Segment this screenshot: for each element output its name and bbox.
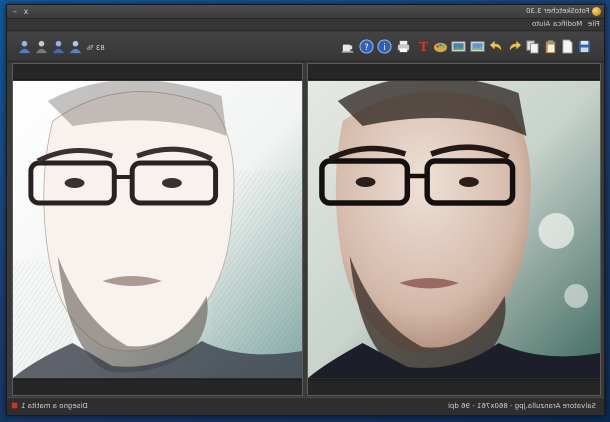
printer-icon[interactable] (396, 39, 411, 54)
pane-header (308, 64, 600, 80)
minimize-button[interactable]: – (10, 6, 20, 17)
app-window: – x FotoSketcher 3.30 File Modifica Aiut… (6, 4, 605, 416)
menu-aiuto[interactable]: Aiuto (532, 20, 550, 28)
document-icon[interactable] (560, 39, 575, 54)
sketch-result-pane[interactable] (12, 63, 303, 396)
app-logo-icon (592, 7, 601, 16)
svg-text:T: T (419, 40, 428, 54)
svg-text:?: ? (364, 42, 368, 52)
undo-icon[interactable] (489, 39, 504, 54)
save-icon[interactable] (577, 39, 592, 54)
original-image-pane[interactable] (307, 63, 601, 396)
info-icon[interactable]: i (377, 39, 392, 54)
sketch-portrait (13, 81, 302, 378)
palette-icon[interactable] (433, 39, 448, 54)
help-icon[interactable]: ? (359, 39, 374, 54)
copy-icon[interactable] (525, 39, 540, 54)
status-effect-label: Disegno a matita 1 (21, 402, 88, 410)
original-image[interactable] (308, 81, 600, 378)
close-button[interactable]: x (21, 6, 31, 17)
window-title: FotoSketcher 3.30 (526, 7, 590, 15)
person-icon[interactable] (17, 39, 32, 54)
image-icon[interactable] (451, 39, 466, 54)
person-icon[interactable] (34, 39, 49, 54)
image-icon[interactable] (470, 39, 485, 54)
redo-icon[interactable] (507, 39, 522, 54)
paste-icon[interactable] (543, 39, 558, 54)
person-icon[interactable] (68, 39, 83, 54)
status-file-info: Salvatore Aranzulla.jpg - 860x761 - 96 d… (448, 402, 596, 410)
zoom-level: 83 % (87, 44, 105, 52)
status-effect: Disegno a matita 1 (11, 402, 88, 410)
effect-color-swatch (11, 402, 18, 409)
menu-modifica[interactable]: Modifica (553, 20, 582, 28)
sketch-image[interactable] (13, 81, 302, 378)
pane-footer (13, 379, 302, 395)
toolbar: 83 % ? i T (7, 32, 604, 62)
pane-header (13, 64, 302, 80)
menu-bar: File Modifica Aiuto (7, 19, 604, 31)
title-bar: – x FotoSketcher 3.30 (7, 5, 604, 19)
person-icon[interactable] (51, 39, 66, 54)
svg-text:i: i (383, 42, 385, 52)
status-bar: Disegno a matita 1 Salvatore Aranzulla.j… (7, 397, 604, 415)
pane-footer (308, 379, 600, 395)
text-icon[interactable]: T (416, 39, 431, 54)
original-portrait (308, 81, 600, 378)
menu-file[interactable]: File (588, 20, 600, 28)
coffee-icon[interactable] (340, 39, 355, 54)
